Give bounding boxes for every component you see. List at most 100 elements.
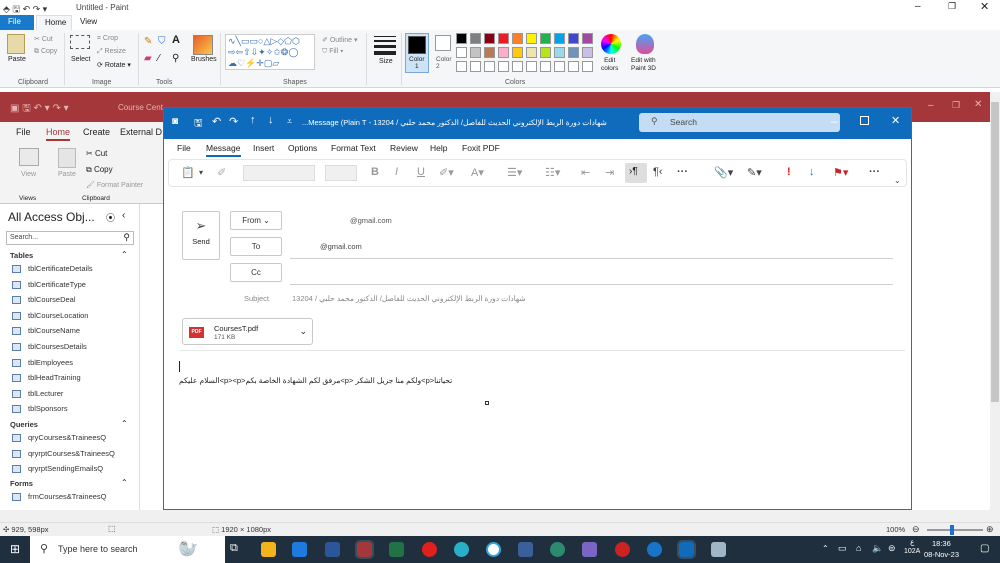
nav-table-item[interactable]: tblCourseLocation [12, 310, 88, 322]
access-copy-button[interactable]: ⧉ Copy [86, 165, 113, 175]
speaker-icon[interactable]: 🔈 [872, 543, 883, 554]
task-view-icon[interactable]: ⧉ [230, 542, 238, 555]
high-importance-icon[interactable]: ! [787, 166, 791, 178]
access-format-painter-button[interactable]: 🖌 Format Painter [86, 181, 143, 189]
excel-icon[interactable] [389, 542, 404, 557]
menu-format-text[interactable]: Format Text [331, 143, 376, 153]
rtl-paragraph-icon[interactable]: ¶‹ [653, 166, 663, 178]
increase-indent-icon[interactable]: ⇥ [605, 166, 614, 179]
color-swatch[interactable] [526, 33, 537, 44]
chevron-down-icon[interactable]: ▾ [199, 168, 203, 177]
edge-icon[interactable] [454, 542, 469, 557]
cut-button[interactable]: ✂ Cut [34, 35, 53, 43]
nav-table-item[interactable]: tblCertificateType [12, 279, 86, 291]
signature-icon[interactable]: ✎▾ [747, 166, 762, 179]
nav-table-item[interactable]: tblCertificateDetails [12, 263, 93, 275]
access-minimize-icon[interactable]: – [928, 100, 934, 111]
clock-date[interactable]: 08-Nov-23 [924, 550, 959, 559]
clock-time[interactable]: 18:36 [932, 539, 951, 548]
color-swatch[interactable] [512, 61, 523, 72]
menu-help[interactable]: Help [430, 143, 447, 153]
menu-file[interactable]: File [177, 143, 191, 153]
menu-review[interactable]: Review [390, 143, 418, 153]
menu-foxit-pdf[interactable]: Foxit PDF [462, 143, 500, 153]
cc-button[interactable]: Cc [230, 263, 282, 282]
paste-button[interactable]: Paste [8, 56, 26, 63]
color-swatch[interactable] [540, 61, 551, 72]
color-palette[interactable] [456, 33, 596, 77]
nav-query-item[interactable]: qryrptSendingEmailsQ [12, 463, 103, 475]
highlight-icon[interactable]: ✐▾ [439, 166, 454, 179]
chevron-up-icon[interactable]: ⌃ [121, 478, 128, 487]
paint-tab-file[interactable]: File [0, 15, 34, 30]
shield-icon[interactable] [518, 542, 533, 557]
color-swatch[interactable] [498, 47, 509, 58]
access-icon[interactable] [355, 540, 374, 559]
color-swatch[interactable] [526, 61, 537, 72]
view-button[interactable]: View [21, 171, 36, 178]
underline-icon[interactable]: U [417, 166, 425, 178]
redo-icon[interactable]: ↷ [229, 115, 238, 128]
mail-icon[interactable] [292, 542, 307, 557]
chevron-up-icon[interactable]: ⌃ [822, 544, 829, 553]
color-swatch[interactable] [582, 33, 593, 44]
access-tab-home[interactable]: Home [46, 127, 71, 141]
bold-icon[interactable]: B [371, 166, 379, 178]
nav-table-item[interactable]: tblHeadTraining [12, 372, 81, 384]
select-button[interactable]: Select [71, 56, 90, 63]
subject-field[interactable]: شهادات دورة الربط الإلكتروني الحديث للفا… [292, 294, 526, 303]
to-button[interactable]: To [230, 237, 282, 256]
nav-section-tables[interactable]: Tables [10, 251, 33, 260]
size-icon[interactable] [374, 36, 396, 55]
color-swatch[interactable] [484, 61, 495, 72]
nav-table-item[interactable]: tblLecturer [12, 388, 63, 400]
access-restore-icon[interactable]: ❐ [952, 100, 960, 111]
color-swatch[interactable] [540, 33, 551, 44]
arrow-down-icon[interactable]: ↓ [268, 114, 274, 126]
more-options-icon[interactable]: ··· [869, 166, 880, 178]
color-swatch[interactable] [568, 33, 579, 44]
nav-table-item[interactable]: tblEmployees [12, 357, 73, 369]
minimize-icon[interactable]: – [915, 1, 921, 12]
notifications-icon[interactable]: ▢ [980, 543, 989, 554]
zoom-slider-thumb[interactable] [950, 525, 954, 535]
edit-colors-button[interactable]: Edit colors [601, 57, 618, 73]
chevron-down-icon[interactable]: ⌄ [894, 176, 901, 185]
resize-button[interactable]: ⤢ Resize [97, 48, 126, 56]
access-tab-create[interactable]: Create [83, 127, 110, 137]
save-icon[interactable]: 🖫 [194, 116, 203, 133]
more-icon[interactable]: ··· [677, 166, 688, 178]
minimize-icon[interactable]: – [831, 114, 838, 128]
bullets-icon[interactable]: ☰▾ [507, 166, 522, 179]
color-swatch[interactable] [512, 47, 523, 58]
italic-icon[interactable]: I [395, 166, 398, 178]
chevron-up-icon[interactable]: ⌃ [121, 250, 128, 259]
access-paste-button[interactable]: Paste [58, 171, 76, 178]
app-c-icon[interactable] [647, 542, 662, 557]
access-tab-file[interactable]: File [16, 127, 31, 137]
menu-options[interactable]: Options [288, 143, 317, 153]
access-tab-external[interactable]: External D [120, 127, 162, 137]
access-close-icon[interactable]: ✕ [974, 99, 982, 110]
access-paste-icon[interactable] [58, 148, 76, 168]
fill-icon[interactable]: ⛉ [158, 36, 166, 47]
color-swatch[interactable] [470, 47, 481, 58]
nav-menu-icon[interactable]: ⦿ [106, 211, 115, 224]
maximize-icon[interactable] [860, 116, 869, 125]
font-size-select[interactable] [325, 165, 357, 181]
color-swatch[interactable] [582, 47, 593, 58]
color-swatch[interactable] [498, 61, 509, 72]
nav-table-item[interactable]: tblCourseDeal [12, 294, 76, 306]
select-icon[interactable] [70, 35, 90, 49]
color-swatch[interactable] [498, 33, 509, 44]
paint-tab-home[interactable]: Home [36, 15, 72, 30]
format-painter-icon[interactable]: ✐ [217, 166, 226, 179]
security-app-icon[interactable] [615, 542, 630, 557]
edit-colors-icon[interactable] [601, 34, 621, 54]
nav-table-item[interactable]: tblCoursesDetails [12, 341, 87, 353]
nav-section-forms[interactable]: Forms [10, 479, 33, 488]
font-name-select[interactable] [243, 165, 315, 181]
text-icon[interactable]: A [172, 34, 180, 46]
shapes-gallery[interactable]: ∿╲▭▭○△▷◇⬠⬡ ⇨⇦⇧⇩✦✧✩❂◯ ☁♡⚡✛▢▱ [225, 34, 315, 70]
to-field[interactable]: @gmail.com [320, 242, 362, 251]
